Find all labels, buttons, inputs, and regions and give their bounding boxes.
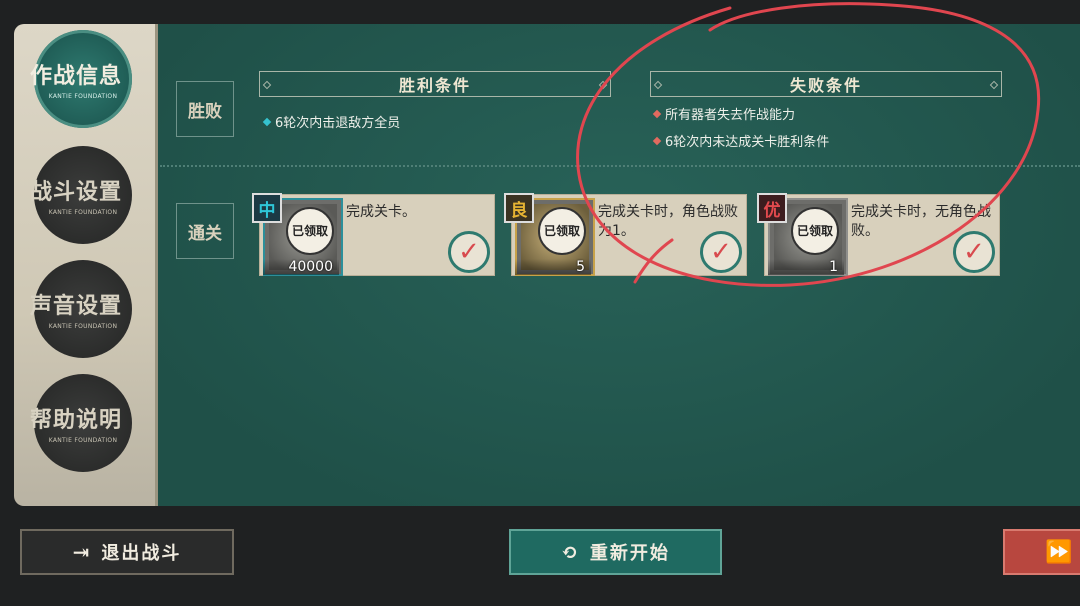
victory-condition-item: 6轮次内击退敌方全员 xyxy=(262,112,401,131)
nav-subtitle: KANTIE FOUNDATION xyxy=(48,437,118,444)
nav-subtitle: KANTIE FOUNDATION xyxy=(48,93,118,100)
restart-icon: ⟲ xyxy=(561,540,580,564)
nav-help-label: 帮助说明 xyxy=(29,407,122,433)
defeat-condition-item: 所有器者失去作战能力 xyxy=(652,104,796,123)
defeat-conditions-header: 失败条件 xyxy=(650,71,1002,97)
nav-battle-settings-label: 战斗设置 xyxy=(29,179,122,205)
nav-sound-settings-button[interactable]: 声音设置 KANTIE FOUNDATION xyxy=(30,260,132,358)
reward-quantity: 40000 xyxy=(263,259,339,275)
defeat-condition-text: 6轮次内未达成关卡胜利条件 xyxy=(665,135,830,150)
section-divider xyxy=(160,165,1080,167)
outcome-section-tag: 胜败 xyxy=(176,81,234,137)
grade-badge: 良 xyxy=(504,193,534,223)
restart-label: 重新开始 xyxy=(589,543,670,564)
claimed-seal: 已领取 xyxy=(791,207,839,255)
reward-quantity: 1 xyxy=(768,259,844,275)
exit-door-icon: ⇥ xyxy=(72,540,92,564)
nav-battle-settings-button[interactable]: 战斗设置 KANTIE FOUNDATION xyxy=(30,146,132,244)
claimed-seal: 已领取 xyxy=(286,207,334,255)
reward-card[interactable]: 优 已领取 1 完成关卡时，无角色战败。 ✓ xyxy=(757,193,1000,276)
nav-sound-settings-label: 声音设置 xyxy=(29,293,122,319)
fast-forward-icon: ⏩ xyxy=(1045,539,1075,565)
check-stamp-icon: ✓ xyxy=(953,231,995,273)
nav-subtitle: KANTIE FOUNDATION xyxy=(48,323,118,330)
reward-condition-text: 完成关卡。 xyxy=(346,204,416,220)
nav-battle-info-label: 作战信息 xyxy=(29,63,122,89)
restart-button[interactable]: ⟲ 重新开始 xyxy=(509,529,722,575)
nav-help-button[interactable]: 帮助说明 KANTIE FOUNDATION xyxy=(30,374,132,472)
grade-badge: 中 xyxy=(252,193,282,223)
claimed-seal: 已领取 xyxy=(538,207,586,255)
diamond-bullet-icon xyxy=(262,117,272,126)
nav-battle-info-button[interactable]: 作战信息 KANTIE FOUNDATION xyxy=(30,30,132,128)
exit-battle-button[interactable]: ⇥ 退出战斗 xyxy=(20,529,234,575)
check-stamp-icon: ✓ xyxy=(700,231,742,273)
victory-condition-text: 6轮次内击退敌方全员 xyxy=(275,116,401,131)
reward-quantity: 5 xyxy=(515,259,591,275)
settings-nav: 作战信息 KANTIE FOUNDATION 战斗设置 KANTIE FOUND… xyxy=(14,24,155,506)
clear-section-tag: 通关 xyxy=(176,203,234,259)
panel-border xyxy=(155,24,158,506)
defeat-condition-item: 6轮次内未达成关卡胜利条件 xyxy=(652,131,830,150)
check-stamp-icon: ✓ xyxy=(448,231,490,273)
reward-card[interactable]: 中 已领取 40000 完成关卡。 ✓ xyxy=(252,193,495,276)
defeat-condition-text: 所有器者失去作战能力 xyxy=(665,108,796,123)
diamond-bullet-icon xyxy=(652,109,662,118)
grade-badge: 优 xyxy=(757,193,787,223)
diamond-bullet-icon xyxy=(652,136,662,145)
continue-button[interactable]: ⏩ xyxy=(1003,529,1080,575)
nav-subtitle: KANTIE FOUNDATION xyxy=(48,209,118,216)
reward-card[interactable]: 良 已领取 5 完成关卡时，角色战败为1。 ✓ xyxy=(504,193,747,276)
exit-battle-label: 退出战斗 xyxy=(101,543,182,564)
victory-conditions-header: 胜利条件 xyxy=(259,71,611,97)
